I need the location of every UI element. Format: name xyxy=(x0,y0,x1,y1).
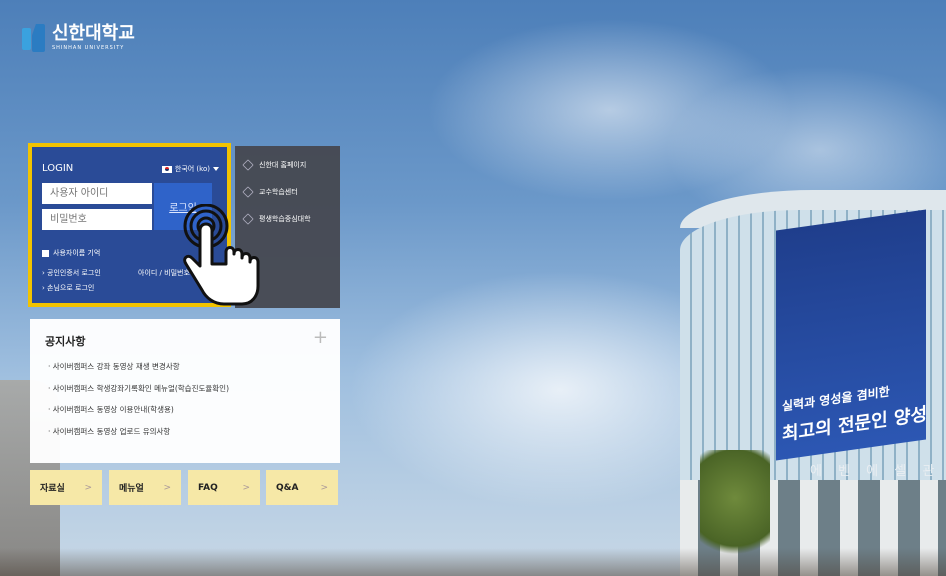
quick-link-label: Q&A xyxy=(276,482,299,493)
building-sign: 에 벤 에 셀 관 xyxy=(810,464,941,479)
username-input[interactable] xyxy=(42,183,152,204)
chevron-right-icon: > xyxy=(84,482,92,493)
side-item-label: 평생학습중심대학 xyxy=(259,215,311,223)
university-logo[interactable]: 신한대학교 SHINHAN UNIVERSITY xyxy=(22,24,135,52)
remember-username[interactable]: 사용자이름 기억 xyxy=(42,248,100,258)
caret-down-icon xyxy=(213,167,219,171)
logo-korean: 신한대학교 xyxy=(52,23,135,44)
notice-item[interactable]: 사이버캠퍼스 강좌 동영상 재생 변경사항 xyxy=(48,361,229,383)
logo-text: 신한대학교 SHINHAN UNIVERSITY xyxy=(52,23,135,52)
tap-hand-icon xyxy=(183,204,260,306)
quick-link-qna[interactable]: Q&A > xyxy=(266,470,338,505)
remember-checkbox[interactable] xyxy=(42,249,49,257)
korea-flag-icon xyxy=(161,165,172,173)
quick-link-manual[interactable]: 메뉴얼 > xyxy=(109,470,181,505)
login-title: LOGIN xyxy=(42,163,74,174)
notice-more-button[interactable]: + xyxy=(313,327,328,348)
language-select[interactable]: 한국어 (ko) xyxy=(161,164,219,174)
quick-link-archive[interactable]: 자료실 > xyxy=(30,470,102,505)
ground xyxy=(0,548,946,576)
language-label: 한국어 (ko) xyxy=(174,165,210,173)
quick-link-label: 자료실 xyxy=(40,484,65,494)
side-item-homepage[interactable]: 신한대 홈페이지 xyxy=(242,158,340,172)
notice-item[interactable]: 사이버캠퍼스 동영상 업로드 유의사항 xyxy=(48,426,229,448)
logo-english: SHINHAN UNIVERSITY xyxy=(52,45,125,51)
layers-icon xyxy=(242,159,254,171)
notice-item[interactable]: 사이버캠퍼스 동영상 이용안내(학생용) xyxy=(48,404,229,426)
notice-title: 공지사항 xyxy=(45,335,86,348)
remember-label: 사용자이름 기억 xyxy=(53,249,101,257)
quick-link-label: 메뉴얼 xyxy=(119,484,144,494)
notice-item[interactable]: 사이버캠퍼스 학생강좌기록확인 메뉴얼(학습진도율확인) xyxy=(48,383,229,405)
guest-login-link[interactable]: › 손님으로 로그인 xyxy=(42,283,94,293)
side-item-teaching-center[interactable]: 교수학습센터 xyxy=(242,185,340,199)
cert-login-link[interactable]: › 공인인증서 로그인 xyxy=(42,268,101,278)
side-item-label: 신한대 홈페이지 xyxy=(259,161,307,169)
notice-board: 공지사항 + 사이버캠퍼스 강좌 동영상 재생 변경사항 사이버캠퍼스 학생강좌… xyxy=(30,319,340,463)
password-input[interactable] xyxy=(42,209,152,230)
quick-link-label: FAQ xyxy=(198,482,218,493)
quick-link-faq[interactable]: FAQ > xyxy=(188,470,260,505)
layers-icon xyxy=(242,186,254,198)
logo-mark-icon xyxy=(22,24,46,52)
notice-list: 사이버캠퍼스 강좌 동영상 재생 변경사항 사이버캠퍼스 학생강좌기록확인 메뉴… xyxy=(48,361,229,447)
chevron-right-icon: > xyxy=(320,482,328,493)
chevron-right-icon: > xyxy=(163,482,171,493)
side-item-label: 교수학습센터 xyxy=(259,188,298,196)
chevron-right-icon: > xyxy=(242,482,250,493)
